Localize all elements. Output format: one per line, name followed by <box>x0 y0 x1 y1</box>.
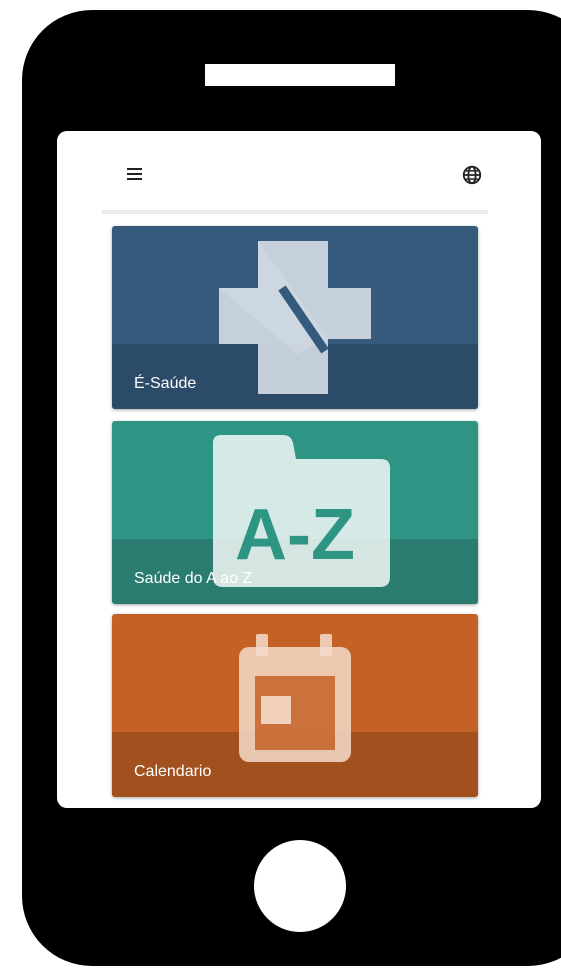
hamburger-menu-icon[interactable] <box>125 164 147 186</box>
card-e-saude[interactable]: É-Saúde <box>112 226 478 409</box>
app-bar <box>57 131 541 214</box>
app-screen: É-Saúde A-Z Saúde do A ao Z Calendario <box>57 131 541 808</box>
folder-az-text: A-Z <box>235 495 355 575</box>
card-label: É-Saúde <box>134 375 197 392</box>
card-calendario[interactable]: Calendario <box>112 614 478 797</box>
card-label: Calendario <box>134 763 212 780</box>
device-frame: É-Saúde A-Z Saúde do A ao Z Calendario <box>0 0 561 974</box>
home-button[interactable] <box>254 840 346 932</box>
phone-speaker <box>205 64 395 86</box>
globe-icon-graphic <box>462 165 482 185</box>
card-label: Saúde do A ao Z <box>134 570 253 587</box>
card-saude-a-z[interactable]: A-Z Saúde do A ao Z <box>112 421 478 604</box>
globe-icon[interactable] <box>461 164 483 186</box>
app-bar-divider <box>102 210 488 214</box>
